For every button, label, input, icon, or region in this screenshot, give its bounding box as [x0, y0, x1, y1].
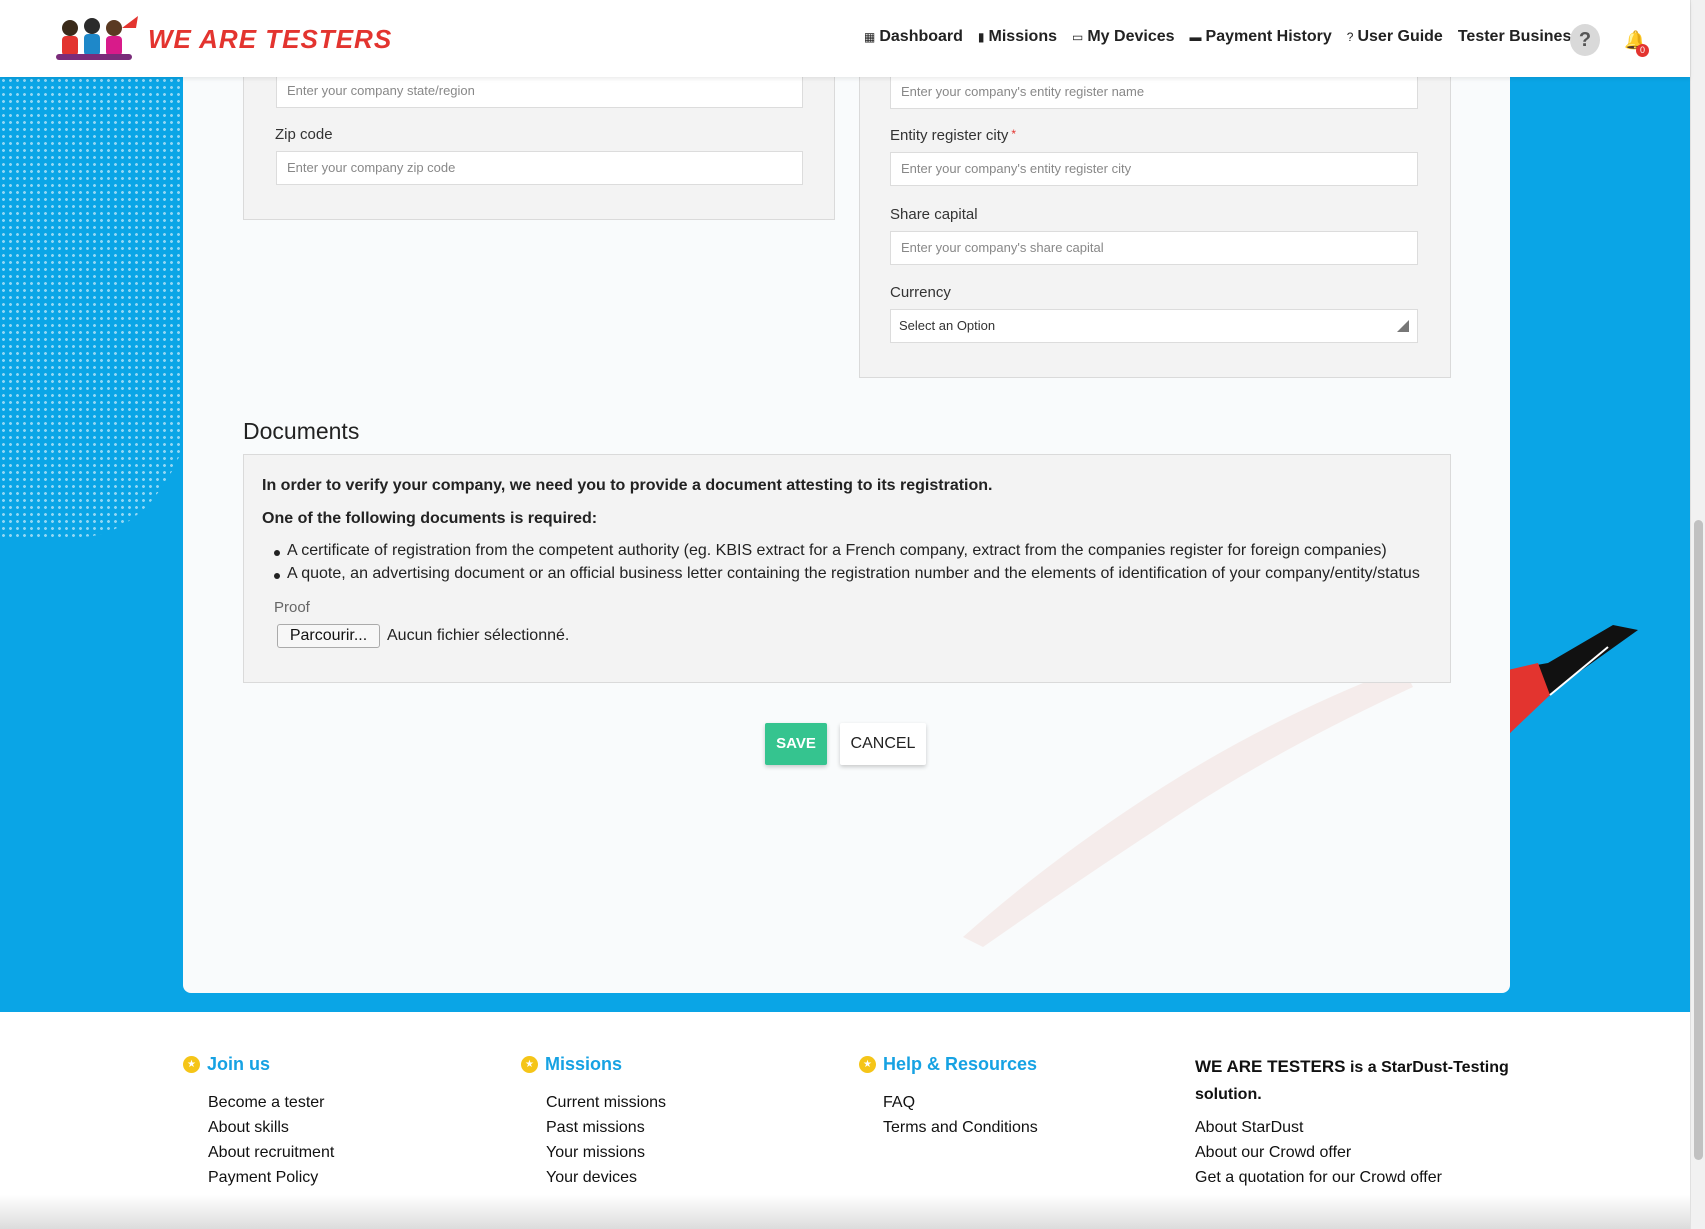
nav-label: Tester Business	[1457, 28, 1581, 45]
brand-name: WE ARE TESTERS	[148, 23, 393, 54]
footer-help-column: ★ Help & Resources	[859, 1054, 1037, 1075]
nav-tester-business[interactable]: Tester Business	[1458, 28, 1580, 46]
footer-link[interactable]: Past missions	[546, 1119, 645, 1137]
grid-icon: ▦	[864, 30, 876, 44]
footer-about-column: WE ARE TESTERS is a StarDust-Testing sol…	[1195, 1054, 1515, 1108]
laptop-icon: ▭	[1072, 30, 1084, 44]
cancel-button[interactable]: CANCEL	[840, 723, 926, 765]
page-scrollbar[interactable]	[1690, 0, 1705, 1229]
nav-user-guide[interactable]: ? User Guide	[1347, 28, 1443, 46]
nav-label: Payment History	[1205, 28, 1332, 45]
star-icon: ★	[183, 1056, 200, 1073]
documents-title: Documents	[243, 418, 360, 444]
footer-link[interactable]: About StarDust	[1195, 1119, 1304, 1137]
footer-link[interactable]: Payment Policy	[208, 1169, 318, 1187]
avatar[interactable]: ?	[1570, 24, 1600, 56]
footer-join-title: ★ Join us	[183, 1054, 270, 1075]
rocket-trail-illustration	[963, 667, 1413, 947]
nav-label: Dashboard	[879, 28, 963, 45]
proof-label: Proof	[274, 599, 310, 616]
footer-help-title: ★ Help & Resources	[859, 1054, 1037, 1075]
main-nav: ▦ Dashboard ▮ Missions ▭ My Devices ▬ Paymen…	[864, 28, 1595, 46]
brand-logo[interactable]: WE ARE TESTERS	[52, 14, 392, 64]
star-icon: ★	[859, 1056, 876, 1073]
footer-link[interactable]: Become a tester	[208, 1094, 325, 1112]
bottom-shadow	[0, 1195, 1690, 1229]
currency-label: Currency	[890, 284, 951, 301]
footer-about-title: WE ARE TESTERS is a StarDust-Testing sol…	[1195, 1054, 1515, 1108]
footer-column-title: Join us	[207, 1054, 271, 1074]
footer-link[interactable]: Current missions	[546, 1094, 666, 1112]
footer-missions-column: ★ Missions	[521, 1054, 622, 1075]
entity-register-city-input[interactable]: Enter your company's entity register cit…	[890, 152, 1418, 186]
nav-missions[interactable]: ▮ Missions	[978, 28, 1057, 46]
nav-my-devices[interactable]: ▭ My Devices	[1072, 28, 1175, 46]
footer-column-title: Missions	[545, 1054, 623, 1074]
footer-link[interactable]: About recruitment	[208, 1144, 334, 1162]
zip-label: Zip code	[275, 126, 333, 143]
footer-link[interactable]: Terms and Conditions	[883, 1119, 1038, 1137]
documents-intro: In order to verify your company, we need…	[262, 477, 993, 494]
currency-select[interactable]: Select an Option	[890, 309, 1418, 343]
footer-link[interactable]: Your missions	[546, 1144, 645, 1162]
nav-dashboard[interactable]: ▦ Dashboard	[864, 28, 963, 46]
help-circle-icon: ?	[1346, 30, 1354, 44]
share-capital-label: Share capital	[890, 206, 978, 223]
bar-chart-icon: ▮	[977, 30, 985, 44]
save-button[interactable]: SAVE	[765, 723, 827, 765]
share-capital-input[interactable]: Enter your company's share capital	[890, 231, 1418, 265]
state-region-input[interactable]: Enter your company state/region	[276, 74, 803, 108]
document-option-item: A quote, an advertising document or an o…	[274, 565, 1420, 582]
entity-register-name-input[interactable]: Enter your company's entity register nam…	[890, 75, 1418, 109]
entity-city-label: Entity register city *	[890, 127, 1017, 144]
footer-missions-title: ★ Missions	[521, 1054, 622, 1075]
nav-payment-history[interactable]: ▬ Payment History	[1190, 28, 1332, 46]
browse-file-button[interactable]: Parcourir...	[277, 624, 380, 648]
heroes-logo-icon	[56, 16, 138, 60]
footer-column-title: Help & Resources	[883, 1054, 1038, 1074]
no-file-selected-text: Aucun fichier sélectionné.	[387, 627, 570, 644]
footer-link[interactable]: About skills	[208, 1119, 289, 1137]
footer-link[interactable]: Get a quotation for our Crowd offer	[1195, 1169, 1442, 1187]
top-navbar: WE ARE TESTERS ▦ Dashboard ▮ Missions ▭ My …	[0, 0, 1690, 77]
brand-name-footer: WE ARE TESTERS	[1195, 1057, 1346, 1076]
dot-pattern	[0, 77, 200, 537]
star-icon: ★	[521, 1056, 538, 1073]
nav-label: Missions	[988, 28, 1057, 45]
footer-join-column: ★ Join us	[183, 1054, 270, 1075]
dropdown-arrow-icon	[1397, 320, 1409, 332]
notification-badge: 0	[1636, 44, 1649, 57]
rocket-illustration	[1508, 625, 1638, 735]
scrollbar-thumb[interactable]	[1694, 520, 1703, 1160]
zip-code-input[interactable]: Enter your company zip code	[276, 151, 803, 185]
documents-required-text: One of the following documents is requir…	[262, 510, 598, 527]
credit-card-icon: ▬	[1189, 30, 1202, 44]
nav-label: My Devices	[1087, 28, 1175, 45]
required-marker: *	[1011, 127, 1017, 141]
nav-label: User Guide	[1357, 28, 1443, 45]
footer-link[interactable]: FAQ	[883, 1094, 915, 1112]
footer-link[interactable]: Your devices	[546, 1169, 637, 1187]
footer-link[interactable]: About our Crowd offer	[1195, 1144, 1351, 1162]
document-option-item: A certificate of registration from the c…	[274, 542, 1387, 559]
